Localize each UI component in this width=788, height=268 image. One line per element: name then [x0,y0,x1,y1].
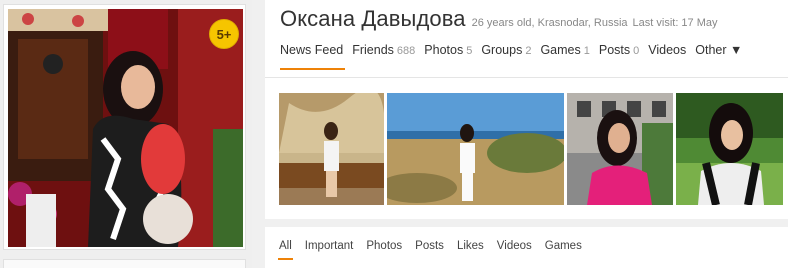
tab-friends[interactable]: Friends 688 [352,43,415,71]
tab-games[interactable]: Games 1 [540,43,589,71]
age-location: 26 years old, Krasnodar, Russia [471,17,628,29]
feed-tab-all[interactable]: All [278,240,293,260]
main-column: Оксана Давыдова 26 years old, Krasnodar,… [265,0,788,268]
feed-tab-photos[interactable]: Photos [366,240,402,252]
last-visit: Last visit: 17 May [632,17,718,29]
tab-news-feed[interactable]: News Feed [280,43,346,71]
profile-nav: News Feed Friends 688 Photos 5 Groups 2 Gam… [280,43,751,71]
feed-tabs: All Important Photos Posts Likes Videos … [278,240,595,260]
feed-tab-posts[interactable]: Posts [415,240,444,252]
feed-tab-games[interactable]: Games [545,240,582,252]
photo-thumbnail[interactable] [387,93,564,205]
tab-posts[interactable]: Posts 0 [599,43,639,71]
left-sidebar-card [3,259,246,268]
feed-tab-videos[interactable]: Videos [497,240,532,252]
photo-strip [279,93,786,205]
tab-videos[interactable]: Videos [648,43,686,71]
photo-thumbnail[interactable] [676,93,783,205]
profile-header: Оксана Давыдова 26 years old, Krasnodar,… [265,0,788,219]
profile-avatar[interactable] [8,9,243,247]
photo-thumbnail[interactable] [567,93,673,205]
nav-divider [265,77,788,78]
photo-thumbnail[interactable] [279,93,384,205]
tab-photos[interactable]: Photos 5 [424,43,472,71]
feed-tab-important[interactable]: Important [305,240,354,252]
feed-filter-bar: All Important Photos Posts Likes Videos … [265,227,788,268]
tab-groups[interactable]: Groups 2 [481,43,531,71]
avatar-card: 5+ [3,4,246,250]
profile-meta: 26 years old, Krasnodar, Russia Last visi… [472,17,718,29]
profile-name[interactable]: Оксана Давыдова [280,6,466,32]
left-column: 5+ [0,0,252,268]
tab-other-dropdown[interactable]: Other ▼ [695,43,742,71]
feed-tab-likes[interactable]: Likes [457,240,484,252]
age-rating-badge: 5+ [209,19,239,49]
name-row: Оксана Давыдова 26 years old, Krasnodar,… [280,6,718,34]
